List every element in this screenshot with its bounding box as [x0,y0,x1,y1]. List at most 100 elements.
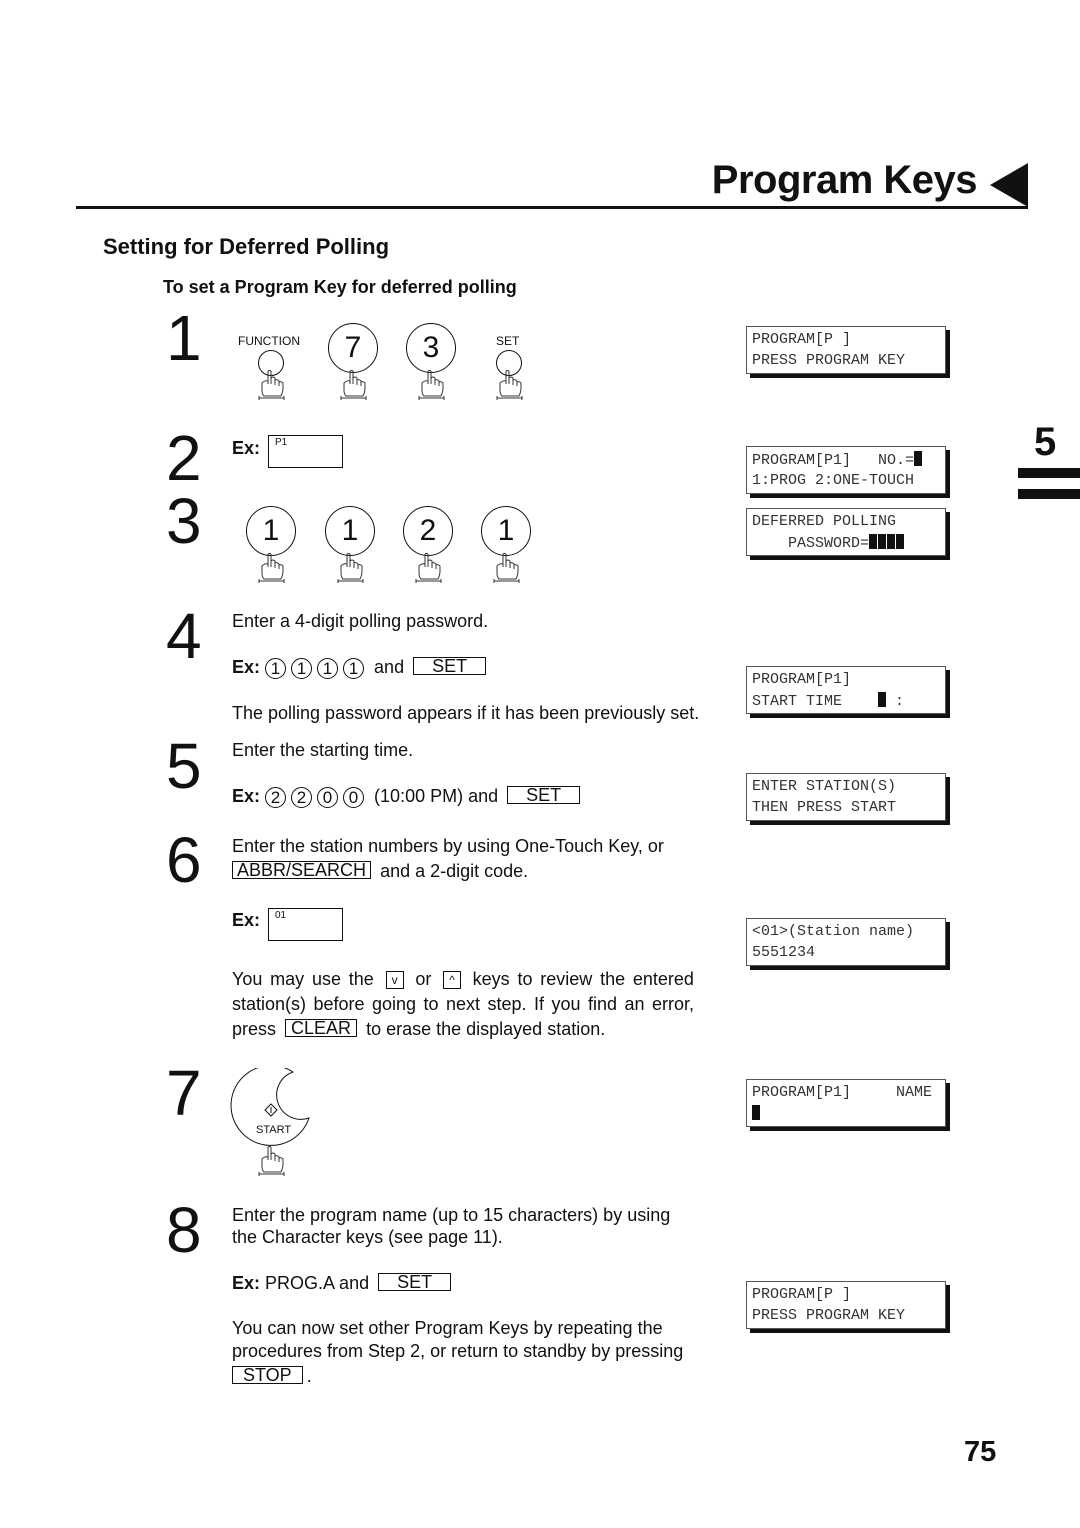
step-number: 4 [166,600,202,672]
pointing-finger-icon [256,1146,286,1176]
key-1[interactable]: 1 [246,506,296,556]
down-key-box: v [385,971,404,989]
cursor [914,451,923,466]
step-text: Enter the station numbers by using One-T… [232,836,664,856]
step-text: STOP. [232,1365,312,1387]
text: . [306,1366,312,1386]
lcd-display: PROGRAM[P1] NO.= 1:PROG 2:ONE-TOUCH [746,446,946,494]
example-row: Ex: 1111 and SET [232,656,490,679]
cursor [878,692,887,707]
step-text: You can now set other Program Keys by re… [232,1318,663,1338]
key-3[interactable]: 3 [406,323,456,373]
lcd-display: PROGRAM[P ] PRESS PROGRAM KEY [746,1281,946,1329]
set-key-label: SET [496,334,520,348]
pointing-finger-icon [416,370,446,400]
lcd-text: PASSWORD= [752,535,870,552]
set-key-box: SET [378,1273,452,1291]
key-7[interactable]: 7 [328,323,378,373]
step-note: The polling password appears if it has b… [232,703,700,723]
lcd-line-1: ENTER STATION(S) [752,778,897,795]
lcd-display: PROGRAM[P1] NAME [746,1079,946,1127]
cursor [878,534,887,549]
pointing-finger-icon [413,553,443,583]
key-1[interactable]: 1 [481,506,531,556]
header-rule [76,206,1028,209]
lcd-text: START TIME [752,693,879,710]
example-row: Ex: PROG.A and SET [232,1272,455,1294]
step-number: 1 [166,302,202,374]
example-label: Ex: [232,1273,261,1293]
example-value: P1 [275,437,288,448]
example-value: 01 [275,910,287,921]
key-1[interactable]: 1 [325,506,375,556]
lcd-line-2 [752,1105,760,1123]
lcd-line-1: PROGRAM[P1] NO.= [752,451,923,469]
key-2[interactable]: 2 [403,506,453,556]
set-key-box: SET [413,657,487,675]
step-text: Enter the starting time. [232,740,414,760]
step-number: 6 [166,824,202,896]
digit-key: 1 [291,658,313,679]
start-key[interactable] [230,1064,312,1150]
step-text: Enter a 4-digit polling password. [232,611,489,631]
example-label: Ex: [232,910,261,930]
step-number: 7 [166,1057,202,1129]
lcd-colon: : [895,693,905,710]
digit-key: 0 [343,787,365,808]
example-label: Ex: [232,786,261,806]
section-tab-bar [1018,468,1080,478]
cursor [887,534,896,549]
lcd-line-1: PROGRAM[P ] [752,1286,852,1303]
example-value: PROG.A and [265,1273,370,1293]
start-key-label: START [256,1124,292,1136]
lcd-line-1: <01>(Station name) [752,923,915,940]
example-label: Ex: [232,438,261,458]
page-title: Program Keys [711,158,978,202]
up-key-box: ^ [443,971,461,989]
example-row: Ex: 2200 (10:00 PM) and SET [232,785,584,808]
and-text: and [374,657,405,677]
digit-key: 2 [291,787,313,808]
lcd-display: PROGRAM[P1] START TIME : [746,666,946,714]
clear-key-box: CLEAR [285,1019,358,1037]
digit-key: 1 [343,658,365,679]
step-text: procedures from Step 2, or return to sta… [232,1341,684,1361]
cursor [752,1105,760,1120]
start-key-shape [230,1064,310,1146]
triangle-left-icon [990,163,1028,207]
step-number: 5 [166,730,202,802]
digit-key: 1 [265,658,287,679]
step-text: Enter the program name (up to 15 charact… [232,1205,671,1225]
lcd-line-2: START TIME : [752,692,904,710]
step-text: the Character keys (see page 11). [232,1227,503,1247]
pointing-finger-icon [335,553,365,583]
pointing-finger-icon [338,370,368,400]
digit-key: 2 [265,787,287,808]
section-tab-bar [1018,489,1080,499]
text: or [415,969,432,989]
section-title: Setting for Deferred Polling [103,234,390,259]
function-key-label: FUNCTION [238,334,300,348]
pointing-finger-icon [491,553,521,583]
digit-key: 1 [317,658,339,679]
example-label: Ex: [232,657,261,677]
example-display-box: 01 [268,908,343,941]
review-paragraph: You may use the v or ^ keys to review th… [232,967,694,1042]
subtitle: To set a Program Key for deferred pollin… [163,277,517,297]
step-number: 2 [166,422,202,494]
example-display-box: P1 [268,435,343,468]
pointing-finger-icon [494,370,524,400]
digit-key: 0 [317,787,339,808]
lcd-line-2: THEN PRESS START [752,799,897,816]
text: to erase the displayed station. [366,1019,606,1039]
text: You may use the [232,969,374,989]
lcd-line-2: 5551234 [752,944,816,961]
lcd-line-2: PRESS PROGRAM KEY [752,352,906,369]
pointing-finger-icon [256,370,286,400]
lcd-line-1: DEFERRED POLLING [752,513,897,530]
lcd-line-1: PROGRAM[P1] [752,671,852,688]
set-key-box: SET [507,786,581,804]
lcd-line-2: PRESS PROGRAM KEY [752,1307,906,1324]
lcd-line-2: PASSWORD= [752,534,905,552]
stop-key-box: STOP [232,1366,303,1384]
